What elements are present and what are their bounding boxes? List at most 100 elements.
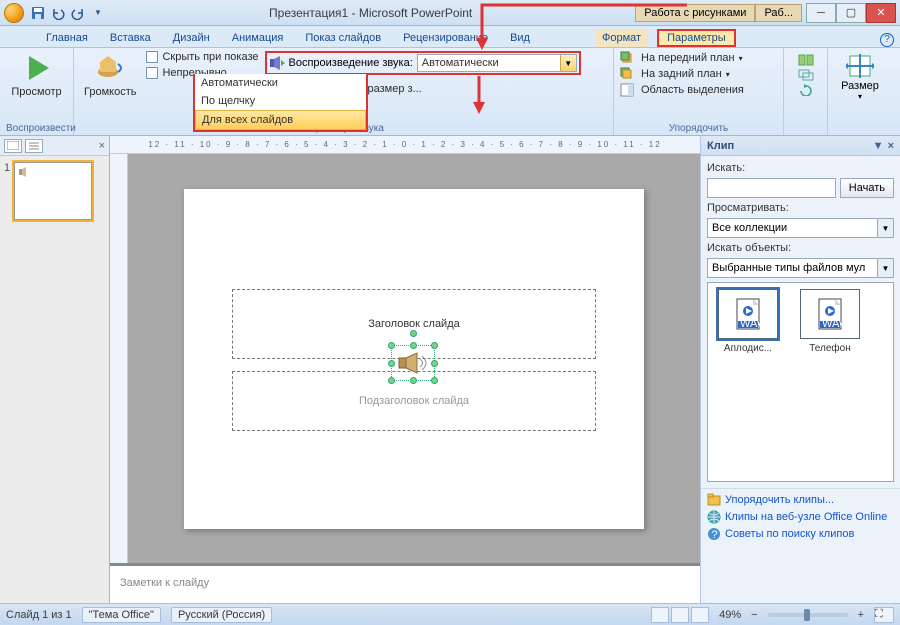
pane-close-icon[interactable]: × bbox=[888, 140, 894, 152]
lookin-select[interactable]: Все коллекции▼ bbox=[707, 218, 894, 238]
search-input[interactable] bbox=[707, 178, 836, 198]
tab-insert[interactable]: Вставка bbox=[104, 29, 157, 47]
chevron-down-icon[interactable]: ▼ bbox=[560, 55, 576, 71]
group-label-preview: Воспроизвести bbox=[6, 122, 67, 135]
subtitle-text: Подзаголовок слайда bbox=[359, 395, 469, 407]
search-tips-link[interactable]: ? Советы по поиску клипов bbox=[707, 527, 894, 541]
office-button[interactable] bbox=[4, 3, 24, 23]
group-preview: Просмотр Воспроизвести bbox=[0, 48, 74, 135]
qat-dropdown-icon[interactable]: ▼ bbox=[90, 5, 106, 21]
slide-canvas[interactable]: Заголовок слайда Подзаголовок слайда bbox=[128, 154, 700, 563]
status-language[interactable]: Русский (Россия) bbox=[171, 607, 272, 623]
tab-view[interactable]: Вид bbox=[504, 29, 536, 47]
zoom-in-button[interactable]: + bbox=[858, 609, 864, 621]
save-icon[interactable] bbox=[30, 5, 46, 21]
tab-format[interactable]: Формат bbox=[596, 29, 647, 47]
thumb-preview bbox=[14, 162, 92, 220]
maximize-button[interactable]: ▢ bbox=[836, 3, 866, 23]
thumbnails-pane: × 1 bbox=[0, 136, 110, 603]
group-label-extra bbox=[790, 122, 821, 135]
pane-close-icon[interactable]: × bbox=[99, 140, 105, 152]
contextual-tab-header: Работа с рисунками Раб... bbox=[635, 4, 802, 22]
status-bar: Слайд 1 из 1 "Тема Office" Русский (Росс… bbox=[0, 603, 900, 625]
link-label: Советы по поиску клипов bbox=[725, 528, 854, 540]
minimize-button[interactable]: ─ bbox=[806, 3, 836, 23]
undo-icon[interactable] bbox=[50, 5, 66, 21]
size-button[interactable]: Размер ▾ bbox=[834, 50, 886, 103]
ribbon: Просмотр Воспроизвести Громкость Скрыть … bbox=[0, 48, 900, 136]
chevron-down-icon: ▼ bbox=[877, 259, 893, 277]
play-sound-dropdown: Автоматически По щелчку Для всех слайдов bbox=[193, 74, 368, 132]
wav-file-icon: WAV bbox=[731, 297, 765, 331]
slide-thumbnail[interactable]: 1 bbox=[4, 162, 105, 220]
context-tab-extra: Раб... bbox=[755, 4, 802, 22]
tab-review[interactable]: Рецензирование bbox=[397, 29, 494, 47]
checkbox-icon bbox=[146, 51, 158, 63]
fit-window-button[interactable]: ⛶ bbox=[874, 607, 894, 623]
help-icon[interactable]: ? bbox=[880, 33, 894, 47]
tab-design[interactable]: Дизайн bbox=[167, 29, 216, 47]
dd-click[interactable]: По щелчку bbox=[195, 92, 366, 110]
clip-item-phone[interactable]: WAV Телефон bbox=[796, 289, 864, 354]
lookin-value: Все коллекции bbox=[708, 222, 877, 234]
zoom-slider[interactable] bbox=[768, 613, 848, 617]
play-sound-combo[interactable]: Автоматически ▼ bbox=[417, 54, 577, 72]
preview-button[interactable]: Просмотр bbox=[7, 50, 65, 100]
horizontal-ruler: 12 · 11 · 10 · 9 · 8 · 7 · 6 · 5 · 4 · 3… bbox=[110, 136, 700, 154]
normal-view-button[interactable] bbox=[651, 607, 669, 623]
search-label: Искать: bbox=[707, 162, 894, 174]
send-back-button[interactable]: На задний план▾ bbox=[620, 66, 730, 82]
redo-icon[interactable] bbox=[70, 5, 86, 21]
close-button[interactable]: ✕ bbox=[866, 3, 896, 23]
align-icon[interactable] bbox=[798, 54, 814, 66]
group-icon[interactable] bbox=[798, 69, 814, 81]
size-icon bbox=[846, 52, 874, 80]
tab-parameters[interactable]: Параметры bbox=[657, 29, 736, 47]
globe-icon bbox=[707, 510, 721, 524]
notes-pane[interactable]: Заметки к слайду bbox=[110, 563, 700, 603]
tab-home[interactable]: Главная bbox=[40, 29, 94, 47]
svg-text:WAV: WAV bbox=[740, 318, 764, 330]
tab-slideshow[interactable]: Показ слайдов bbox=[299, 29, 387, 47]
volume-button[interactable]: Громкость bbox=[80, 50, 140, 100]
slides-icon bbox=[7, 141, 19, 150]
tab-animation[interactable]: Анимация bbox=[226, 29, 290, 47]
checkbox-icon bbox=[146, 67, 158, 79]
pane-dropdown-icon[interactable]: ▼ bbox=[873, 140, 884, 152]
status-theme[interactable]: "Тема Office" bbox=[82, 607, 161, 623]
send-back-label: На задний план bbox=[641, 68, 722, 80]
bring-front-button[interactable]: На передний план▾ bbox=[620, 50, 743, 66]
slide-editor: 12 · 11 · 10 · 9 · 8 · 7 · 6 · 5 · 4 · 3… bbox=[110, 136, 700, 603]
office-online-link[interactable]: Клипы на веб-узле Office Online bbox=[707, 510, 894, 524]
sound-object[interactable] bbox=[397, 351, 429, 375]
zoom-value: 49% bbox=[719, 609, 741, 621]
organize-icon bbox=[707, 493, 721, 507]
thumb-number: 1 bbox=[4, 162, 10, 220]
thumbnails-tab-slides[interactable] bbox=[4, 139, 22, 153]
clip-item-applause[interactable]: WAV Аплодис... bbox=[714, 289, 782, 354]
lookin-label: Просматривать: bbox=[707, 202, 894, 214]
thumbnails-tab-outline[interactable] bbox=[25, 139, 43, 153]
send-back-icon bbox=[620, 67, 634, 81]
speaker-icon bbox=[94, 52, 126, 84]
dd-auto[interactable]: Автоматически bbox=[195, 74, 366, 92]
organize-clips-link[interactable]: Упорядочить клипы... bbox=[707, 493, 894, 507]
group-extra bbox=[784, 48, 828, 135]
title-bar: ▼ Презентация1 - Microsoft PowerPoint Ра… bbox=[0, 0, 900, 26]
link-label: Упорядочить клипы... bbox=[725, 494, 834, 506]
dd-all-slides[interactable]: Для всех слайдов bbox=[195, 110, 366, 130]
slideshow-view-button[interactable] bbox=[691, 607, 709, 623]
zoom-out-button[interactable]: − bbox=[751, 609, 757, 621]
selection-pane-button[interactable]: Область выделения bbox=[620, 82, 744, 98]
view-buttons bbox=[651, 607, 709, 623]
svg-text:?: ? bbox=[712, 529, 718, 541]
window-title: Презентация1 - Microsoft PowerPoint bbox=[106, 6, 635, 20]
sorter-view-button[interactable] bbox=[671, 607, 689, 623]
search-go-button[interactable]: Начать bbox=[840, 178, 894, 198]
rotate-icon[interactable] bbox=[798, 84, 814, 96]
thumbnail-tabs: × bbox=[0, 136, 109, 156]
objects-select[interactable]: Выбранные типы файлов мул▼ bbox=[707, 258, 894, 278]
group-arrange: На передний план▾ На задний план▾ Област… bbox=[614, 48, 784, 135]
hide-on-show-checkbox[interactable]: Скрыть при показе bbox=[146, 50, 258, 64]
svg-text:WAV: WAV bbox=[822, 318, 846, 330]
